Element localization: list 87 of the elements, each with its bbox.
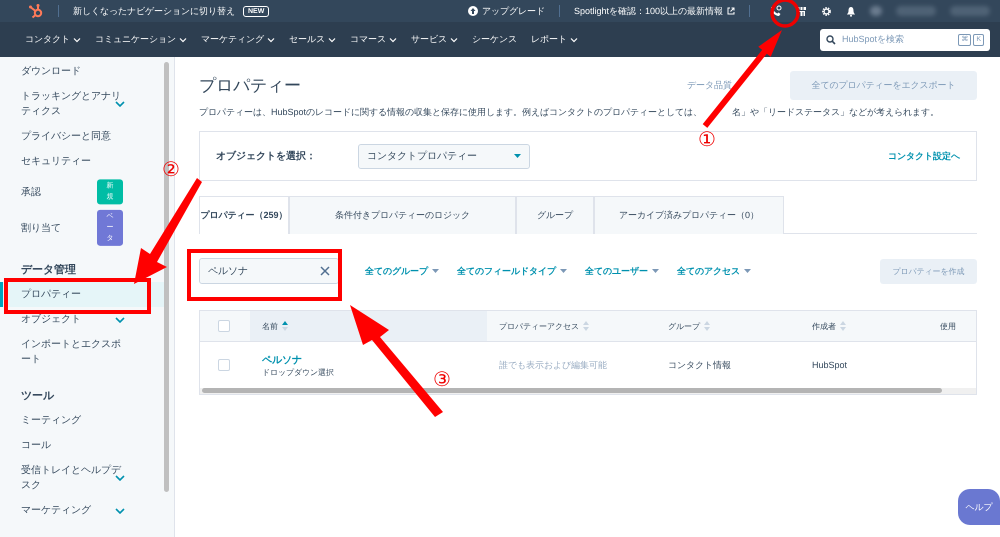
sidebar-item[interactable]: 受信トレイとヘルプデスク [0,458,165,498]
search-icon [826,34,836,44]
object-label: オブジェクトを選択： [216,150,317,163]
blurred-area [896,6,936,16]
settings-icon[interactable] [821,6,832,16]
chevron-down-icon [389,36,397,42]
chevron-down-icon[interactable] [115,316,125,322]
annotation-number: ② [162,160,180,180]
chevron-down-icon [328,36,336,42]
sidebar-item[interactable]: ダウンロード [0,59,165,84]
help-button[interactable]: ヘルプ [958,489,1000,525]
chevron-down-icon[interactable] [115,101,125,107]
blurred-avatar[interactable] [870,6,882,16]
sidebar-heading: データ管理 [20,263,77,278]
sort-icon [282,321,288,331]
nav-menu-item[interactable]: コミュニケーション [95,33,187,46]
table-cell-text: 誰でも表示および編集可能 [498,358,608,372]
switch-navigation-link[interactable]: 新しくなったナビゲーションに切り替え [73,4,235,18]
nav-menu-item[interactable]: コマース [350,33,397,46]
sort-icon [840,321,846,331]
field-type: ドロップダウン選択 [262,366,335,378]
logo-icon[interactable] [28,3,44,19]
chevron-down-icon [450,36,458,42]
nav-menu-item[interactable]: レポート [531,33,578,46]
nav-menu-item[interactable]: マーケティング [201,33,275,46]
sidebar-item[interactable]: コール [0,433,165,458]
contact-settings-link[interactable]: コンタクト設定へ [888,150,960,162]
column-header[interactable]: 作成者 [812,320,836,332]
sidebar-item[interactable]: トラッキングとアナリティクス [0,84,165,124]
tab[interactable]: プロパティー（259） [199,196,289,234]
sort-icon [704,321,710,331]
sidebar-item[interactable]: プロパティー [0,282,165,307]
caret-down-icon [432,269,439,273]
notification-bell-icon[interactable] [846,6,856,16]
chevron-down-icon [179,36,187,42]
sidebar-item[interactable]: インポートとエクスポート [0,332,165,372]
caret-down-icon [652,269,659,273]
sidebar-item[interactable]: オブジェクト [0,307,165,332]
page-title: プロパティー [199,75,301,97]
external-link-icon [727,7,735,15]
column-header[interactable]: プロパティーアクセス [499,320,579,332]
search-field[interactable]: ペルソナ [199,258,339,284]
caret-down-icon [560,269,567,273]
page-description: 名」や「リードステータス」などが考えられます。 [732,106,940,119]
phone-icon[interactable] [770,5,782,17]
upgrade-icon [468,6,478,16]
column-header[interactable]: 名前 [262,320,278,332]
column-header[interactable]: グループ [668,320,700,332]
chevron-down-icon [73,36,81,42]
chevron-down-icon[interactable] [115,508,125,514]
sidebar-item[interactable]: ミーティング [0,408,165,433]
blurred-area [950,6,990,16]
tab[interactable]: グループ [516,196,594,234]
filter-dropdown[interactable]: 全てのアクセス [677,264,751,278]
sort-icon [583,321,589,331]
filter-dropdown[interactable]: 全てのユーザー [585,264,659,278]
nav-menu-item[interactable]: シーケンス [472,33,517,46]
table-cell-text: コンタクト情報 [667,358,732,372]
sidebar-item[interactable]: セキュリティー [0,149,165,174]
chevron-down-icon [570,36,578,42]
table-cell-text: HubSpot [811,360,848,370]
tab[interactable]: アーカイブ済みプロパティー（0） [594,196,784,234]
tab[interactable]: 条件付きプロパティーのロジック [289,196,516,234]
nav-menu-item[interactable]: セールス [289,33,336,46]
spotlight-link[interactable]: Spotlightを確認：100以上の最新情報 [574,4,723,18]
sidebar-item[interactable]: プライバシーと同意 [0,124,165,149]
caret-down-icon [514,154,521,158]
annotation-number: ① [698,130,716,150]
close-icon[interactable] [320,266,330,276]
filter-dropdown[interactable]: 全てのグループ [365,264,439,278]
marketplace-icon[interactable] [796,6,807,16]
sidebar-item[interactable]: マーケティング [0,498,165,523]
page-description: プロパティーは、HubSpotのレコードに関する情報の収集と保存に使用します。例えばコンタクトのプロパティーとしては、 [199,106,702,119]
object-dropdown[interactable]: コンタクトプロパティー [358,144,530,168]
chevron-down-icon[interactable] [115,475,125,481]
filter-dropdown[interactable]: 全てのフィールドタイプ [457,264,567,278]
annotation-number: ③ [433,370,451,390]
nav-menu-item[interactable]: コンタクト [25,33,81,46]
caret-down-icon [744,269,751,273]
nav-menu-item[interactable]: サービス [411,33,458,46]
column-header[interactable]: 使用 [940,320,956,332]
checkbox[interactable] [218,359,230,371]
upgrade-link[interactable]: アップグレード [482,4,545,18]
chevron-down-icon [267,36,275,42]
sidebar-heading: ツール [20,389,55,404]
property-name-link[interactable]: ペルソナ [262,352,487,366]
checkbox[interactable] [218,320,230,332]
